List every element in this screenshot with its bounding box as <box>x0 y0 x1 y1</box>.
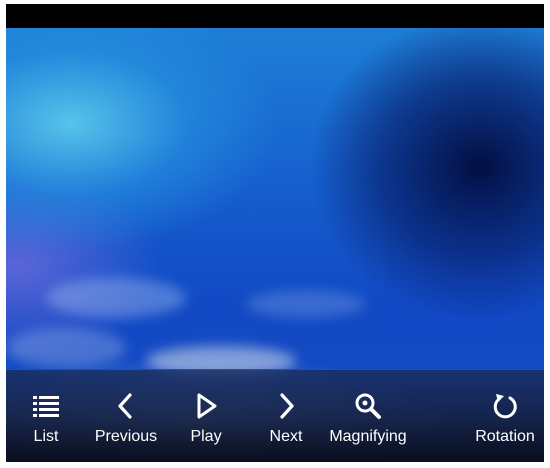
photo-viewer-screen: List Previous Play Next Magnifying Rotat… <box>6 4 544 462</box>
chevron-left-icon <box>118 393 132 419</box>
sky-cloud <box>6 328 126 368</box>
magnifier-icon <box>355 393 381 419</box>
sky-cloud <box>246 290 366 318</box>
chevron-right-icon <box>280 393 294 419</box>
rotate-icon <box>493 394 517 419</box>
previous-label: Previous <box>94 428 158 445</box>
rotation-button[interactable]: Rotation <box>470 370 540 462</box>
magnifying-label: Magnifying <box>329 428 407 445</box>
list-icon <box>33 396 59 417</box>
sky-cloud <box>46 278 186 318</box>
next-label: Next <box>269 428 303 445</box>
list-label: List <box>33 428 59 445</box>
top-black-bar <box>6 4 544 28</box>
previous-button[interactable]: Previous <box>90 370 162 462</box>
next-button[interactable]: Next <box>263 370 309 462</box>
list-button[interactable]: List <box>24 370 68 462</box>
play-label: Play <box>190 428 222 445</box>
play-button[interactable]: Play <box>184 370 228 462</box>
image-viewport[interactable]: List Previous Play Next Magnifying Rotat… <box>6 28 544 462</box>
bottom-toolbar: List Previous Play Next Magnifying Rotat… <box>6 369 544 462</box>
rotation-label: Rotation <box>475 428 535 445</box>
magnifying-button[interactable]: Magnifying <box>324 370 412 462</box>
play-icon <box>197 393 217 419</box>
